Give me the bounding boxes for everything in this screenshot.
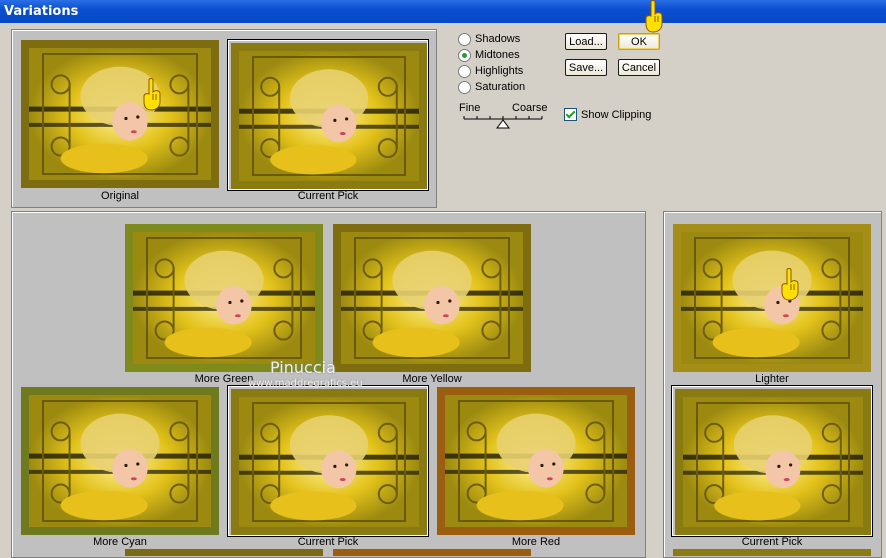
thumbnail-image: [675, 389, 871, 535]
caption-lighter: Lighter: [755, 373, 789, 385]
save-button[interactable]: Save...: [565, 59, 607, 76]
radio-highlights[interactable]: Highlights: [458, 64, 523, 78]
thumb-more-yellow[interactable]: [333, 224, 531, 372]
ok-button[interactable]: OK: [618, 33, 660, 50]
slider-thumb: [496, 119, 510, 129]
radio-label-midtones: Midtones: [475, 49, 520, 61]
thumbnail-image: [333, 224, 531, 372]
radio-circle[interactable]: [458, 32, 471, 46]
caption-right-current-pick: Current Pick: [741, 536, 803, 548]
caption-original: Original: [101, 190, 139, 202]
thumb-partial-2[interactable]: [333, 549, 531, 556]
hand-pointer-lighter-icon: [781, 268, 799, 301]
window-title: Variations: [4, 4, 79, 19]
thumb-more-green[interactable]: [125, 224, 323, 372]
title-bar: Variations: [0, 0, 886, 23]
hand-pointer-original-icon: [143, 78, 161, 111]
thumbnail-image: [231, 389, 427, 535]
thumbnail-image: [673, 224, 871, 372]
slider-coarse-label: Coarse: [512, 102, 548, 114]
thumbnail-image: [21, 387, 219, 535]
thumbnail-image: [21, 40, 219, 188]
thumb-partial-3[interactable]: [673, 549, 871, 556]
thumb-lighter[interactable]: [673, 224, 871, 372]
thumbnail-image: [437, 387, 635, 535]
radio-circle[interactable]: [458, 48, 471, 62]
thumbnail-image: [231, 43, 427, 189]
thumb-right-current-pick[interactable]: [671, 385, 873, 537]
thumb-original[interactable]: [21, 40, 219, 188]
thumbnail-image: [125, 224, 323, 372]
caption-more-red: More Red: [511, 536, 561, 548]
radio-label-highlights: Highlights: [475, 65, 524, 77]
thumb-grid-current-pick[interactable]: [227, 385, 429, 537]
radio-shadows[interactable]: Shadows: [458, 32, 520, 46]
slider-fine-label: Fine: [459, 102, 481, 114]
watermark-url: www.maddregrafics.eu: [248, 378, 363, 389]
radio-label-shadows: Shadows: [475, 33, 521, 45]
thumb-partial-1[interactable]: [125, 549, 323, 556]
thumb-top-current-pick[interactable]: [227, 39, 429, 191]
load-button[interactable]: Load...: [565, 33, 607, 50]
thumb-more-red[interactable]: [437, 387, 635, 535]
watermark-name: Pinuccia: [270, 358, 336, 377]
radio-midtones[interactable]: Midtones: [458, 48, 520, 62]
checkbox-box[interactable]: [564, 108, 577, 121]
radio-circle[interactable]: [458, 80, 471, 94]
hand-pointer-icon: [645, 0, 663, 33]
show-clipping-label: Show Clipping: [581, 108, 652, 121]
caption-grid-current-pick: Current Pick: [297, 536, 359, 548]
radio-label-saturation: Saturation: [475, 81, 526, 93]
fine-coarse-slider[interactable]: [462, 114, 546, 130]
thumb-more-cyan[interactable]: [21, 387, 219, 535]
show-clipping-checkbox[interactable]: Show Clipping: [564, 108, 651, 121]
cancel-button[interactable]: Cancel: [618, 59, 660, 76]
caption-more-cyan: More Cyan: [93, 536, 147, 548]
radio-circle[interactable]: [458, 64, 471, 78]
radio-saturation[interactable]: Saturation: [458, 80, 525, 94]
caption-top-current-pick: Current Pick: [297, 190, 359, 202]
